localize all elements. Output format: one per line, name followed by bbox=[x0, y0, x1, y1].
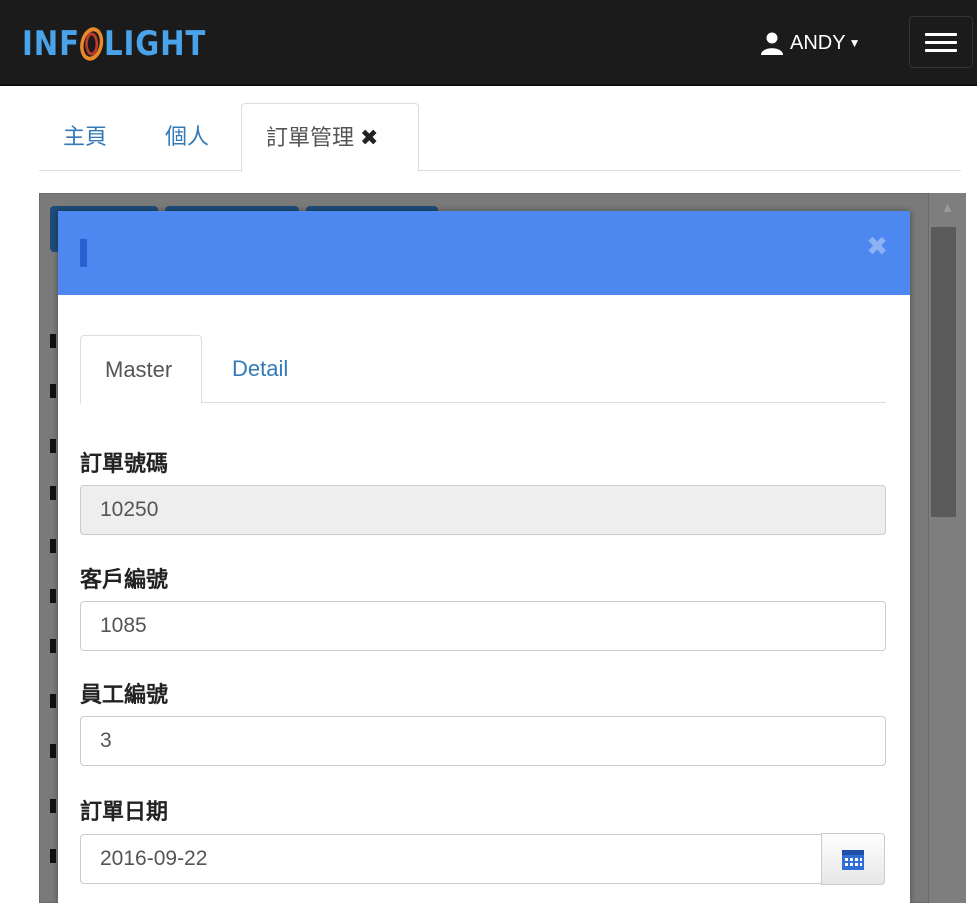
employee-id-label: 員工編號 bbox=[80, 682, 169, 707]
tab-label: 訂單管理 bbox=[266, 125, 355, 150]
tab-label: Detail bbox=[232, 356, 289, 381]
tab-label: 個人 bbox=[165, 124, 210, 149]
background-text-fragment bbox=[50, 334, 56, 348]
tab-detail[interactable]: Detail bbox=[208, 335, 312, 403]
order-number-label: 訂單號碼 bbox=[80, 451, 169, 476]
customer-id-field[interactable]: 1085 bbox=[80, 601, 886, 651]
background-text-fragment bbox=[50, 486, 56, 500]
chevron-down-icon: ▼ bbox=[848, 36, 861, 50]
tab-personal[interactable]: 個人 bbox=[141, 103, 233, 171]
background-text-fragment bbox=[50, 849, 56, 863]
background-text-fragment bbox=[50, 539, 56, 553]
brand-text: INF bbox=[22, 24, 80, 64]
date-picker-button[interactable] bbox=[821, 833, 885, 885]
employee-id-field[interactable]: 3 bbox=[80, 716, 886, 766]
background-text-fragment bbox=[50, 639, 56, 653]
tab-master[interactable]: Master bbox=[80, 335, 202, 404]
brand-text-end: LIGHT bbox=[103, 24, 207, 64]
hamburger-icon-bar bbox=[925, 40, 957, 44]
top-navbar: INF LIGHT ANDY ▼ bbox=[0, 0, 977, 86]
tab-home[interactable]: 主頁 bbox=[39, 103, 131, 171]
close-icon[interactable]: ✖ bbox=[360, 125, 378, 150]
modal-title-marker bbox=[80, 239, 87, 267]
background-text-fragment bbox=[50, 694, 56, 708]
page-tabs: 主頁 個人 訂單管理 ✖ bbox=[39, 103, 961, 172]
modal-close-icon[interactable]: ✖ bbox=[866, 231, 888, 262]
tab-order-management[interactable]: 訂單管理 ✖ bbox=[241, 103, 419, 172]
background-text-fragment bbox=[50, 589, 56, 603]
scrollbar-thumb[interactable] bbox=[931, 227, 956, 517]
hamburger-menu-button[interactable] bbox=[909, 16, 973, 68]
logo-ring-icon bbox=[80, 27, 104, 61]
hamburger-icon-bar bbox=[925, 48, 957, 52]
background-text-fragment bbox=[50, 744, 56, 758]
modal-header: ✖ bbox=[58, 211, 910, 295]
user-icon bbox=[761, 32, 783, 55]
customer-id-label: 客戶編號 bbox=[80, 567, 169, 592]
background-text-fragment bbox=[50, 384, 56, 398]
order-date-label: 訂單日期 bbox=[80, 799, 169, 824]
background-text-fragment bbox=[50, 799, 56, 813]
scroll-up-arrow-icon[interactable]: ▲ bbox=[929, 199, 966, 219]
user-name: ANDY bbox=[790, 31, 846, 54]
order-date-field[interactable]: 2016-09-22 bbox=[80, 834, 822, 884]
background-text-fragment bbox=[50, 439, 56, 453]
user-menu[interactable]: ANDY ▼ bbox=[760, 28, 860, 58]
order-number-field[interactable]: 10250 bbox=[80, 485, 886, 535]
hamburger-icon-bar bbox=[925, 32, 957, 36]
scrollbar[interactable]: ▲ bbox=[929, 193, 966, 903]
tab-label: Master bbox=[105, 357, 173, 382]
brand-logo[interactable]: INF LIGHT bbox=[22, 24, 206, 64]
tab-label: 主頁 bbox=[63, 124, 108, 149]
modal-tabs: Master Detail bbox=[80, 335, 886, 404]
calendar-icon bbox=[842, 850, 864, 870]
edit-order-modal: ✖ Master Detail 訂單號碼 10250 客戶編號 1085 員工編… bbox=[58, 211, 910, 903]
